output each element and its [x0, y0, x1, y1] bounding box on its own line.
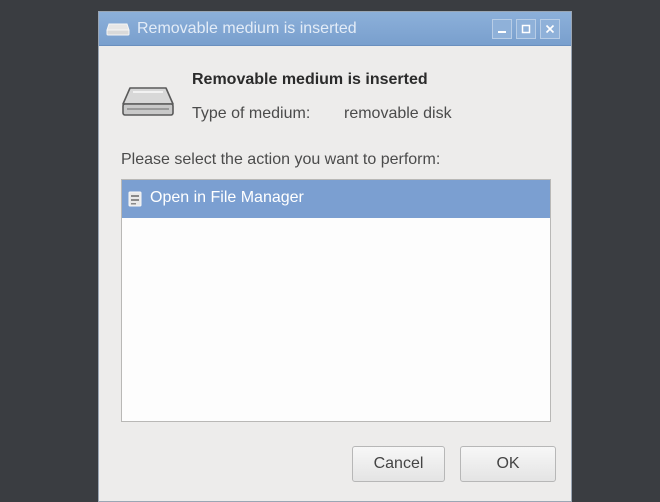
desktop: Removable medium is inserted Removable m… [0, 0, 660, 502]
removable-medium-dialog: Removable medium is inserted Removable m… [98, 11, 572, 502]
action-item-label: Open in File Manager [150, 189, 304, 206]
action-item-open-in-file-manager[interactable]: Open in File Manager [122, 180, 550, 218]
action-list[interactable]: Open in File Manager [121, 179, 551, 422]
minimize-icon [498, 31, 506, 33]
medium-type-label: Type of medium: [192, 105, 311, 122]
medium-type-value: removable disk [344, 105, 452, 122]
ok-button[interactable]: OK [460, 446, 556, 482]
file-manager-icon [128, 191, 142, 207]
dialog-heading: Removable medium is inserted [192, 71, 428, 88]
minimize-button[interactable] [492, 19, 512, 39]
close-icon [545, 24, 555, 34]
removable-disk-icon [122, 87, 174, 116]
maximize-icon [521, 24, 531, 34]
window-title: Removable medium is inserted [137, 20, 357, 37]
cancel-button[interactable]: Cancel [352, 446, 445, 482]
maximize-button[interactable] [516, 19, 536, 39]
action-prompt: Please select the action you want to per… [121, 151, 441, 168]
drive-icon [106, 23, 130, 36]
close-button[interactable] [540, 19, 560, 39]
title-bar[interactable]: Removable medium is inserted [99, 12, 571, 46]
